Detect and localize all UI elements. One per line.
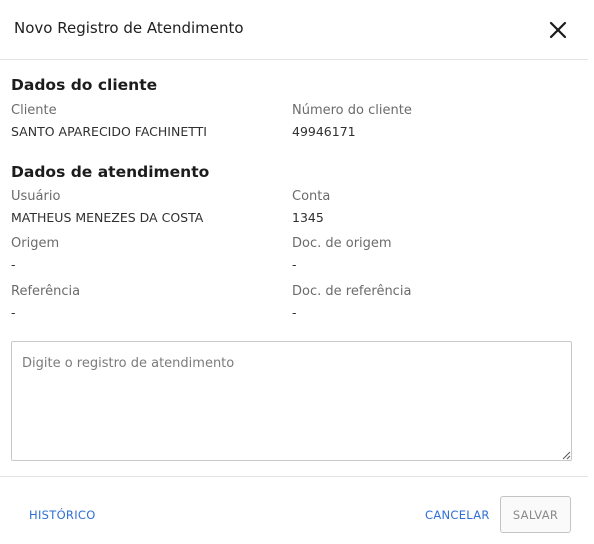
reference-doc-label: Doc. de referência bbox=[292, 284, 412, 299]
origin-doc-label: Doc. de origem bbox=[292, 236, 392, 251]
cancel-button[interactable]: CANCELAR bbox=[425, 508, 490, 522]
origin-doc-value: - bbox=[292, 257, 297, 272]
reference-value: - bbox=[11, 305, 16, 320]
history-button[interactable]: HISTÓRICO bbox=[29, 508, 96, 522]
service-section-title: Dados de atendimento bbox=[11, 163, 210, 181]
new-service-record-dialog: Novo Registro de Atendimento Dados do cl… bbox=[0, 0, 594, 544]
client-label: Cliente bbox=[11, 103, 57, 118]
account-label: Conta bbox=[292, 189, 331, 204]
reference-doc-value: - bbox=[292, 305, 297, 320]
client-value: SANTO APARECIDO FACHINETTI bbox=[11, 124, 207, 139]
resize-handle-icon[interactable] bbox=[562, 451, 571, 460]
origin-label: Origem bbox=[11, 236, 60, 251]
service-record-textarea[interactable] bbox=[11, 341, 572, 461]
reference-label: Referência bbox=[11, 284, 81, 299]
user-label: Usuário bbox=[11, 189, 61, 204]
footer-divider bbox=[0, 476, 588, 477]
close-button[interactable] bbox=[547, 19, 569, 41]
account-value: 1345 bbox=[292, 210, 324, 225]
client-number-label: Número do cliente bbox=[292, 103, 412, 118]
dialog-header: Novo Registro de Atendimento bbox=[0, 0, 588, 60]
origin-value: - bbox=[11, 257, 16, 272]
client-number-value: 49946171 bbox=[292, 124, 356, 139]
client-section-title: Dados do cliente bbox=[11, 76, 158, 94]
dialog-title: Novo Registro de Atendimento bbox=[14, 19, 244, 37]
save-button[interactable]: SALVAR bbox=[500, 496, 571, 533]
user-value: MATHEUS MENEZES DA COSTA bbox=[11, 210, 204, 225]
close-icon bbox=[549, 21, 567, 39]
